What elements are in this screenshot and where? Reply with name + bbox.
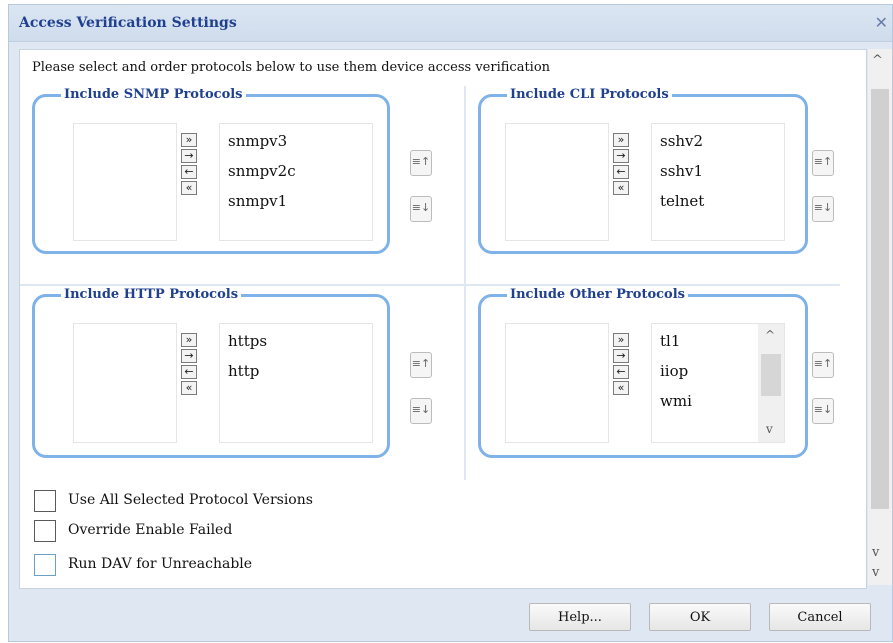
add-all-icon[interactable]: » [181,333,197,347]
add-all-icon[interactable]: » [613,333,629,347]
http-available-list[interactable] [73,323,177,443]
use-all-protocol-versions-checkbox[interactable] [34,490,56,512]
other-available-list[interactable] [505,323,609,443]
other-transfer-buttons: » → ← « [613,333,631,397]
checkbox-label: Use All Selected Protocol Versions [68,492,313,508]
scroll-down-icon[interactable]: v [766,422,773,436]
move-down-icon[interactable]: ≡↓ [812,196,834,222]
snmp-selected-list[interactable]: snmpv3 snmpv2c snmpv1 [219,123,373,241]
cli-transfer-buttons: » → ← « [613,133,631,197]
list-item[interactable]: wmi [660,392,692,410]
remove-all-icon[interactable]: « [613,181,629,195]
list-item[interactable]: https [228,332,267,350]
other-panel-label: Include Other Protocols [507,287,688,302]
checkbox-label: Run DAV for Unreachable [68,556,253,572]
http-group: Include HTTP Protocols » → ← « https htt… [32,287,390,458]
snmp-panel: Include SNMP Protocols » → ← « snmpv3 sn… [20,86,464,284]
instruction-text: Please select and order protocols below … [32,60,551,75]
remove-icon[interactable]: ← [613,365,629,379]
settings-content: Please select and order protocols below … [19,49,867,589]
cancel-button[interactable]: Cancel [769,603,871,631]
scroll-down-icon[interactable]: v [872,565,879,580]
list-item[interactable]: snmpv1 [228,192,287,210]
dialog-title: Access Verification Settings [19,15,237,31]
cli-panel: Include CLI Protocols » → ← « sshv2 sshv… [466,86,840,284]
add-icon[interactable]: → [181,149,197,163]
http-selected-list[interactable]: https http [219,323,373,443]
help-button[interactable]: Help... [529,603,631,631]
dialog-footer: Help... OK Cancel [9,593,892,643]
list-item[interactable]: http [228,362,259,380]
list-item[interactable]: tl1 [660,332,680,350]
http-panel-label: Include HTTP Protocols [61,287,242,302]
panel-divider [20,284,840,286]
scroll-up-icon[interactable]: ^ [765,328,775,342]
remove-all-icon[interactable]: « [181,381,197,395]
add-icon[interactable]: → [181,349,197,363]
add-icon[interactable]: → [613,149,629,163]
scroll-up-icon[interactable]: ^ [872,53,883,68]
move-up-icon[interactable]: ≡↑ [812,150,834,176]
move-down-icon[interactable]: ≡↓ [410,196,432,222]
remove-icon[interactable]: ← [181,365,197,379]
list-item[interactable]: sshv1 [660,162,703,180]
snmp-transfer-buttons: » → ← « [181,133,199,197]
panel-divider [464,86,466,480]
move-up-icon[interactable]: ≡↑ [410,150,432,176]
title-bar: Access Verification Settings ✕ [9,5,892,42]
list-item[interactable]: iiop [660,362,688,380]
ok-button[interactable]: OK [649,603,751,631]
run-dav-checkbox[interactable] [34,554,56,576]
remove-all-icon[interactable]: « [613,381,629,395]
cli-selected-list[interactable]: sshv2 sshv1 telnet [651,123,785,241]
remove-icon[interactable]: ← [181,165,197,179]
snmp-panel-label: Include SNMP Protocols [61,87,246,102]
scroll-down-icon[interactable]: v [872,545,879,560]
access-verification-dialog: Access Verification Settings ✕ Please se… [8,4,893,642]
list-item[interactable]: telnet [660,192,704,210]
add-all-icon[interactable]: » [181,133,197,147]
list-scrollbar-thumb[interactable] [761,354,781,396]
add-icon[interactable]: → [613,349,629,363]
cli-available-list[interactable] [505,123,609,241]
snmp-available-list[interactable] [73,123,177,241]
http-transfer-buttons: » → ← « [181,333,199,397]
close-icon[interactable]: ✕ [875,13,888,32]
snmp-group: Include SNMP Protocols » → ← « snmpv3 sn… [32,87,390,254]
move-down-icon[interactable]: ≡↓ [410,398,432,424]
move-up-icon[interactable]: ≡↑ [410,352,432,378]
list-item[interactable]: snmpv2c [228,162,296,180]
list-scrollbar[interactable]: ^ v [758,324,784,442]
remove-icon[interactable]: ← [613,165,629,179]
use-all-protocol-versions-row: Use All Selected Protocol Versions [34,490,534,514]
run-dav-row: Run DAV for Unreachable [34,554,534,578]
list-item[interactable]: snmpv3 [228,132,287,150]
add-all-icon[interactable]: » [613,133,629,147]
other-panel: Include Other Protocols » → ← « tl1 iiop… [466,286,840,480]
cli-group: Include CLI Protocols » → ← « sshv2 sshv… [478,87,808,254]
override-enable-failed-checkbox[interactable] [34,520,56,542]
move-up-icon[interactable]: ≡↑ [812,352,834,378]
other-selected-list[interactable]: tl1 iiop wmi ^ v [651,323,785,443]
http-panel: Include HTTP Protocols » → ← « https htt… [20,286,464,480]
checkbox-label: Override Enable Failed [68,522,233,538]
move-down-icon[interactable]: ≡↓ [812,398,834,424]
list-item[interactable]: sshv2 [660,132,703,150]
cli-panel-label: Include CLI Protocols [507,87,672,102]
main-scrollbar-thumb[interactable] [871,89,889,509]
other-group: Include Other Protocols » → ← « tl1 iiop… [478,287,808,458]
override-enable-failed-row: Override Enable Failed [34,520,534,544]
remove-all-icon[interactable]: « [181,181,197,195]
main-scrollbar[interactable]: ^ v v [868,49,892,585]
